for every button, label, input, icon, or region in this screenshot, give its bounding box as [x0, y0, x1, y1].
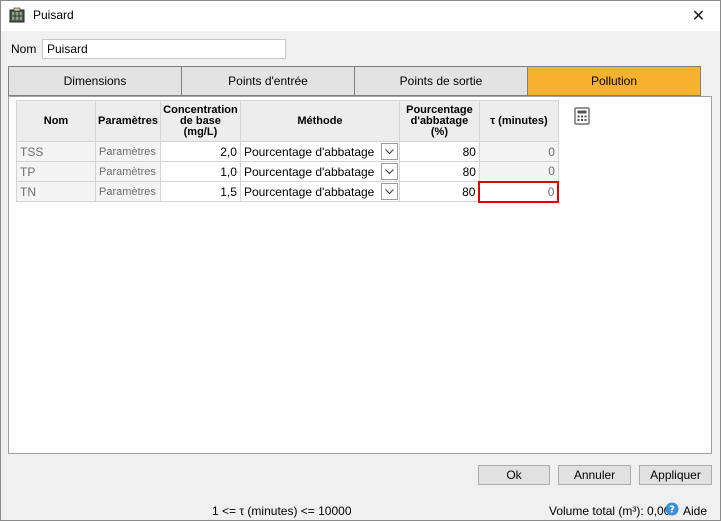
row-method-value: Pourcentage d'abbatage	[243, 184, 375, 199]
row-percentage-input[interactable]: 80	[398, 181, 480, 202]
tab-bar: Dimensions Points d'entrée Points de sor…	[8, 66, 701, 96]
header-method: Méthode	[239, 100, 400, 142]
dropdown-button[interactable]	[380, 163, 398, 180]
validation-rule-text: 1 <= τ (minutes) <= 10000	[212, 504, 352, 518]
header-name: Nom	[16, 100, 96, 142]
row-method-value: Pourcentage d'abbatage	[243, 144, 375, 159]
row-params-button[interactable]: Paramètres	[95, 161, 161, 182]
svg-text:?: ?	[669, 505, 675, 516]
row-name: TN	[16, 181, 96, 202]
help-link[interactable]: Aide	[683, 504, 707, 518]
header-params: Paramètres	[95, 100, 161, 142]
row-name: TP	[16, 161, 96, 182]
window-title: Puisard	[33, 8, 74, 22]
title-bar: Puisard ✕	[1, 1, 720, 31]
total-volume-text: Volume total (m³): 0,000	[549, 504, 678, 518]
tab-pollution[interactable]: Pollution	[527, 66, 701, 96]
row-method-select[interactable]: Pourcentage d'abbatage	[239, 141, 400, 162]
close-icon: ✕	[691, 8, 706, 25]
chevron-down-icon	[385, 148, 394, 154]
chevron-down-icon	[385, 188, 394, 194]
help-icon[interactable]: ?	[665, 502, 679, 516]
row-percentage-input[interactable]: 80	[398, 141, 480, 162]
row-tau-input[interactable]: 0	[478, 161, 559, 182]
row-params-button[interactable]: Paramètres	[95, 181, 161, 202]
row-params-button[interactable]: Paramètres	[95, 141, 161, 162]
apply-button[interactable]: Appliquer	[639, 465, 712, 485]
row-concentration-input[interactable]: 1,0	[159, 161, 241, 182]
header-percentage: Pourcentage d'abbatage (%)	[398, 100, 480, 142]
row-method-value: Pourcentage d'abbatage	[243, 164, 375, 179]
row-tau-input-invalid[interactable]: 0	[478, 180, 560, 203]
pollution-grid: Nom Paramètres Concentration de base (mg…	[16, 100, 560, 203]
dropdown-button[interactable]	[380, 183, 398, 200]
row-name: TSS	[16, 141, 96, 162]
row-concentration-input[interactable]: 2,0	[159, 141, 241, 162]
dropdown-button[interactable]	[380, 143, 398, 160]
header-tau: τ (minutes)	[478, 100, 559, 142]
name-input[interactable]	[42, 39, 286, 59]
tab-entry-points[interactable]: Points d'entrée	[181, 66, 354, 96]
row-tau-input[interactable]: 0	[478, 141, 559, 162]
chevron-down-icon	[385, 168, 394, 174]
dialog-window: Puisard ✕ Nom Dimensions Points d'entrée…	[0, 0, 721, 521]
close-button[interactable]: ✕	[677, 1, 720, 31]
table-row: TSS Paramètres 2,0 Pourcentage d'abbatag…	[16, 141, 559, 162]
tab-dimensions[interactable]: Dimensions	[8, 66, 181, 96]
table-row: TN Paramètres 1,5 Pourcentage d'abbatage…	[16, 180, 560, 203]
grid-header-row: Nom Paramètres Concentration de base (mg…	[16, 100, 559, 142]
table-row: TP Paramètres 1,0 Pourcentage d'abbatage…	[16, 161, 559, 182]
row-method-select[interactable]: Pourcentage d'abbatage	[239, 181, 400, 202]
calculator-icon[interactable]	[574, 107, 590, 125]
row-method-select[interactable]: Pourcentage d'abbatage	[239, 161, 400, 182]
app-icon	[9, 7, 25, 23]
header-concentration: Concentration de base (mg/L)	[159, 100, 241, 142]
ok-button[interactable]: Ok	[478, 465, 550, 485]
row-percentage-input[interactable]: 80	[398, 161, 480, 182]
pollution-panel: Nom Paramètres Concentration de base (mg…	[8, 96, 712, 454]
tab-exit-points[interactable]: Points de sortie	[354, 66, 527, 96]
cancel-button[interactable]: Annuler	[558, 465, 631, 485]
row-concentration-input[interactable]: 1,5	[159, 181, 241, 202]
name-label: Nom	[11, 42, 37, 56]
